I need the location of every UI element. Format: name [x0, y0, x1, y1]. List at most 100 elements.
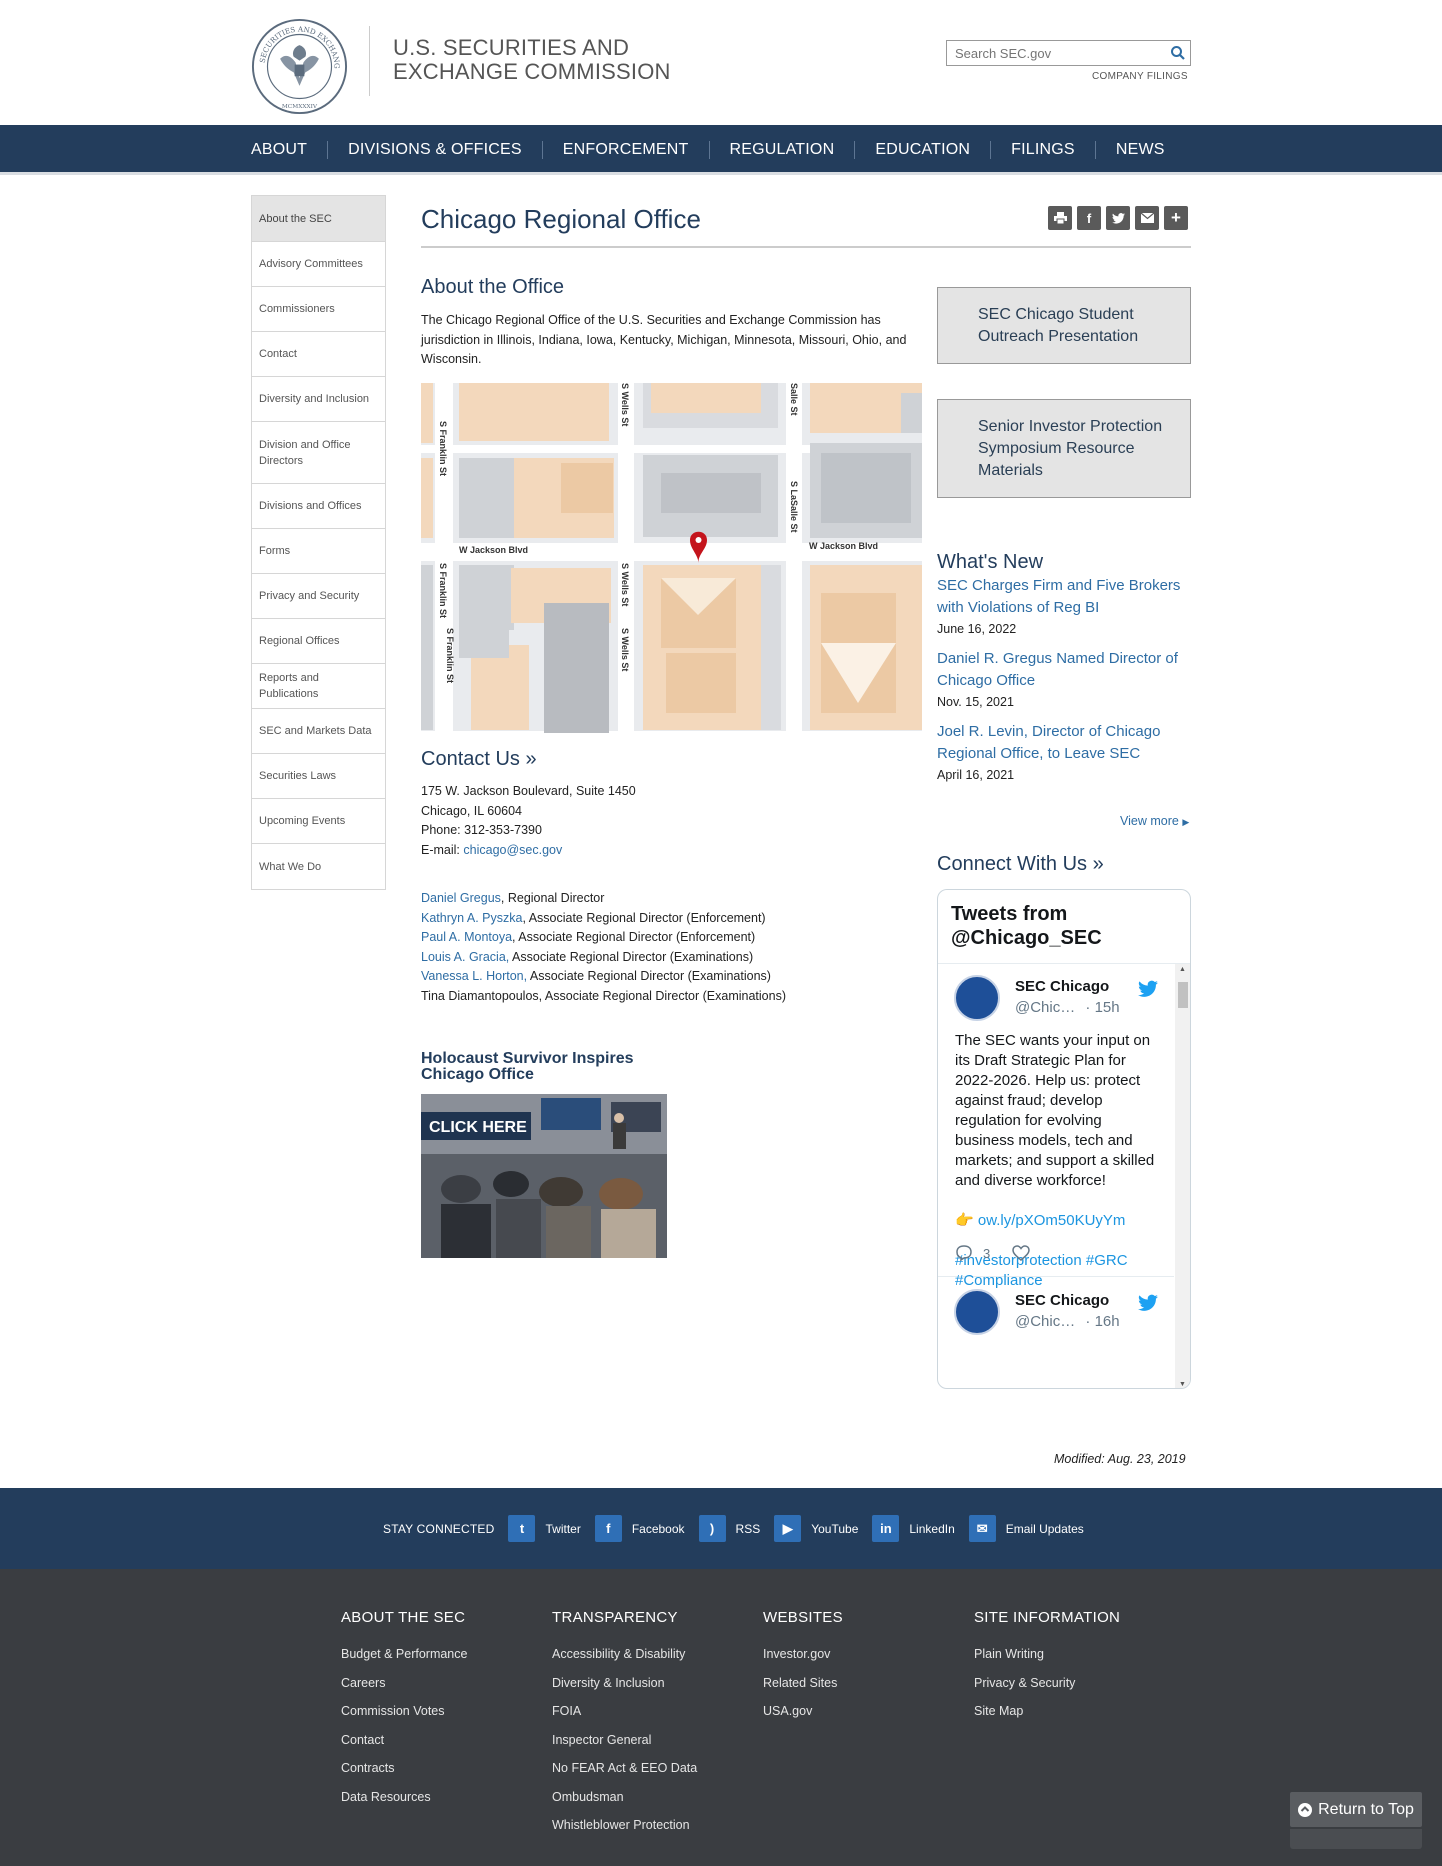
- twitter-icon: t: [508, 1515, 536, 1542]
- connect-with-us-heading[interactable]: Connect With Us »: [937, 853, 1104, 876]
- social-youtube-link[interactable]: ▶ YouTube: [774, 1515, 866, 1542]
- footer-link-budget-and-performance[interactable]: Budget & Performance: [341, 1640, 467, 1669]
- nav-separator: [708, 141, 710, 159]
- contact-us-heading[interactable]: Contact Us »: [421, 748, 537, 771]
- twitter-heading-line1: Tweets from: [951, 903, 1068, 925]
- social-twitter-link[interactable]: t Twitter: [508, 1515, 588, 1542]
- sidebar-item-contact[interactable]: Contact: [252, 332, 385, 377]
- nav-item-regulation[interactable]: REGULATION: [730, 141, 835, 159]
- footer-link-foia[interactable]: FOIA: [552, 1697, 697, 1726]
- scrollbar-thumb[interactable]: [1178, 982, 1188, 1008]
- nav-item-education[interactable]: EDUCATION: [875, 141, 970, 159]
- footer-link-privacy-and-security[interactable]: Privacy & Security: [974, 1669, 1120, 1698]
- tweet-card[interactable]: SEC Chicago @Chic… · 15h The SEC wants y…: [938, 964, 1174, 1289]
- twitter-bird-icon[interactable]: [1138, 980, 1158, 998]
- sec-chicago-avatar[interactable]: [954, 1289, 1000, 1335]
- email-share-button[interactable]: [1135, 206, 1159, 230]
- search-icon[interactable]: [1170, 45, 1186, 61]
- footer-link-accessibility-and-disability[interactable]: Accessibility & Disability: [552, 1640, 697, 1669]
- footer-link-investor-gov[interactable]: Investor.gov: [763, 1640, 843, 1669]
- twitter-share-button[interactable]: [1106, 206, 1130, 230]
- sidebar-item-forms[interactable]: Forms: [252, 529, 385, 574]
- staff-name[interactable]: Daniel Gregus: [421, 891, 501, 905]
- like-heart-icon[interactable]: [1012, 1245, 1030, 1261]
- footer-link-careers[interactable]: Careers: [341, 1669, 467, 1698]
- tweet-card[interactable]: SEC Chicago @Chic… · 16h: [938, 1278, 1174, 1388]
- more-share-button[interactable]: +: [1164, 206, 1188, 230]
- footer-link-ombudsman[interactable]: Ombudsman: [552, 1783, 697, 1812]
- nav-item-filings[interactable]: FILINGS: [1011, 141, 1075, 159]
- staff-name[interactable]: Paul A. Montoya: [421, 930, 512, 944]
- tweet-time[interactable]: · 16h: [1085, 1313, 1119, 1330]
- return-to-top-button[interactable]: Return to Top: [1290, 1792, 1422, 1827]
- main-nav-list: ABOUT DIVISIONS & OFFICES ENFORCEMENT REGUL…: [251, 125, 1165, 175]
- social-facebook-link[interactable]: f Facebook: [594, 1515, 693, 1542]
- staff-name[interactable]: Louis A. Gracia,: [421, 950, 509, 964]
- twitter-bird-icon[interactable]: [1138, 1294, 1158, 1312]
- footer-link-site-map[interactable]: Site Map: [974, 1697, 1120, 1726]
- scroll-down-icon[interactable]: ▼: [1179, 1381, 1186, 1388]
- email-link[interactable]: chicago@sec.gov: [463, 843, 562, 857]
- scroll-up-icon[interactable]: ▲: [1179, 966, 1186, 973]
- sidebar-item-sec-and-markets-data[interactable]: SEC and Markets Data: [252, 709, 385, 754]
- footer-link-usa-gov[interactable]: USA.gov: [763, 1697, 843, 1726]
- agency-name[interactable]: U.S. SECURITIES AND EXCHANGE COMMISSION: [393, 36, 671, 84]
- news-item-link[interactable]: Daniel R. Gregus Named Director of Chica…: [937, 648, 1191, 692]
- footer-link-related-sites[interactable]: Related Sites: [763, 1669, 843, 1698]
- staff-name[interactable]: Kathryn A. Pyszka: [421, 911, 522, 925]
- holocaust-event-image[interactable]: CLICK HERE: [421, 1094, 667, 1258]
- sidebar-item-divisions-and-offices[interactable]: Divisions and Offices: [252, 484, 385, 529]
- staff-name[interactable]: Vanessa L. Horton,: [421, 969, 527, 983]
- view-more-link[interactable]: View more ▶: [1120, 814, 1189, 828]
- nav-item-enforcement[interactable]: ENFORCEMENT: [563, 141, 689, 159]
- tweet-author-name[interactable]: SEC Chicago: [1015, 978, 1109, 995]
- footer-link-commission-votes[interactable]: Commission Votes: [341, 1697, 467, 1726]
- social-linkedin-link[interactable]: in LinkedIn: [872, 1515, 962, 1542]
- twitter-scrollbar[interactable]: ▲ ▼: [1175, 964, 1190, 1388]
- site-footer: ABOUT THE SEC Budget & Performance Careers…: [0, 1569, 1442, 1866]
- facebook-share-button[interactable]: f: [1077, 206, 1101, 230]
- footer-link-data-resources[interactable]: Data Resources: [341, 1783, 467, 1812]
- tweet-link[interactable]: ow.ly/pXOm50KUyYm: [978, 1212, 1126, 1229]
- footer-link-whistleblower-protection[interactable]: Whistleblower Protection: [552, 1811, 697, 1840]
- print-button[interactable]: [1048, 206, 1072, 230]
- footer-link-no-fear-act-and-eeo-data[interactable]: No FEAR Act & EEO Data: [552, 1754, 697, 1783]
- social-rss-link[interactable]: ) RSS: [698, 1515, 769, 1542]
- footer-link-plain-writing[interactable]: Plain Writing: [974, 1640, 1120, 1669]
- sidebar-item-privacy-and-security[interactable]: Privacy and Security: [252, 574, 385, 619]
- nav-item-news[interactable]: NEWS: [1116, 141, 1165, 159]
- sidebar-item-securities-laws[interactable]: Securities Laws: [252, 754, 385, 799]
- sidebar-item-reports-and-publications[interactable]: Reports and Publications: [252, 664, 385, 709]
- footer-link-diversity-and-inclusion[interactable]: Diversity & Inclusion: [552, 1669, 697, 1698]
- sidebar-item-diversity-and-inclusion[interactable]: Diversity and Inclusion: [252, 377, 385, 422]
- news-item-link[interactable]: Joel R. Levin, Director of Chicago Regio…: [937, 721, 1191, 765]
- nav-item-divisions-and-offices[interactable]: DIVISIONS & OFFICES: [348, 141, 522, 159]
- promo-senior-investor[interactable]: Senior Investor Protection Symposium Res…: [937, 399, 1191, 498]
- tweet-author-name[interactable]: SEC Chicago: [1015, 1292, 1109, 1309]
- email-updates-icon: ✉: [968, 1515, 996, 1542]
- sidebar-item-regional-offices[interactable]: Regional Offices: [252, 619, 385, 664]
- sidebar-item-upcoming-events[interactable]: Upcoming Events: [252, 799, 385, 844]
- twitter-timeline-heading[interactable]: Tweets from @Chicago_SEC: [951, 902, 1102, 950]
- search-input[interactable]: [947, 41, 1162, 65]
- news-item-link[interactable]: SEC Charges Firm and Five Brokers with V…: [937, 575, 1191, 619]
- company-filings-link[interactable]: COMPANY FILINGS: [1092, 71, 1188, 82]
- footer-link-contracts[interactable]: Contracts: [341, 1754, 467, 1783]
- tweet-time[interactable]: · 15h: [1085, 999, 1119, 1016]
- sidebar-item-commissioners[interactable]: Commissioners: [252, 287, 385, 332]
- sidebar-item-about-the-sec[interactable]: About the SEC: [252, 196, 385, 242]
- sidebar-item-what-we-do[interactable]: What We Do: [252, 844, 385, 889]
- office-map[interactable]: S Franklin St S Franklin St S Franklin S…: [421, 383, 922, 740]
- nav-item-about[interactable]: ABOUT: [251, 141, 307, 159]
- sidebar-item-division-and-office-directors[interactable]: Division and Office Directors: [252, 422, 385, 484]
- holocaust-survivor-title[interactable]: Holocaust Survivor Inspires Chicago Offi…: [421, 1051, 681, 1083]
- social-email-updates-link[interactable]: ✉ Email Updates: [968, 1515, 1092, 1542]
- sec-seal-logo[interactable]: SECURITIES AND EXCHANGE COMMISSION MCMXX…: [251, 18, 348, 115]
- footer-link-inspector-general[interactable]: Inspector General: [552, 1726, 697, 1755]
- promo-student-outreach[interactable]: SEC Chicago Student Outreach Presentatio…: [937, 287, 1191, 364]
- sidebar-item-advisory-committees[interactable]: Advisory Committees: [252, 242, 385, 287]
- sidebar-nav: About the SEC Advisory Committees Commiss…: [251, 195, 386, 890]
- reply-icon[interactable]: [955, 1245, 973, 1261]
- footer-link-contact[interactable]: Contact: [341, 1726, 467, 1755]
- sec-chicago-avatar[interactable]: [954, 975, 1000, 1021]
